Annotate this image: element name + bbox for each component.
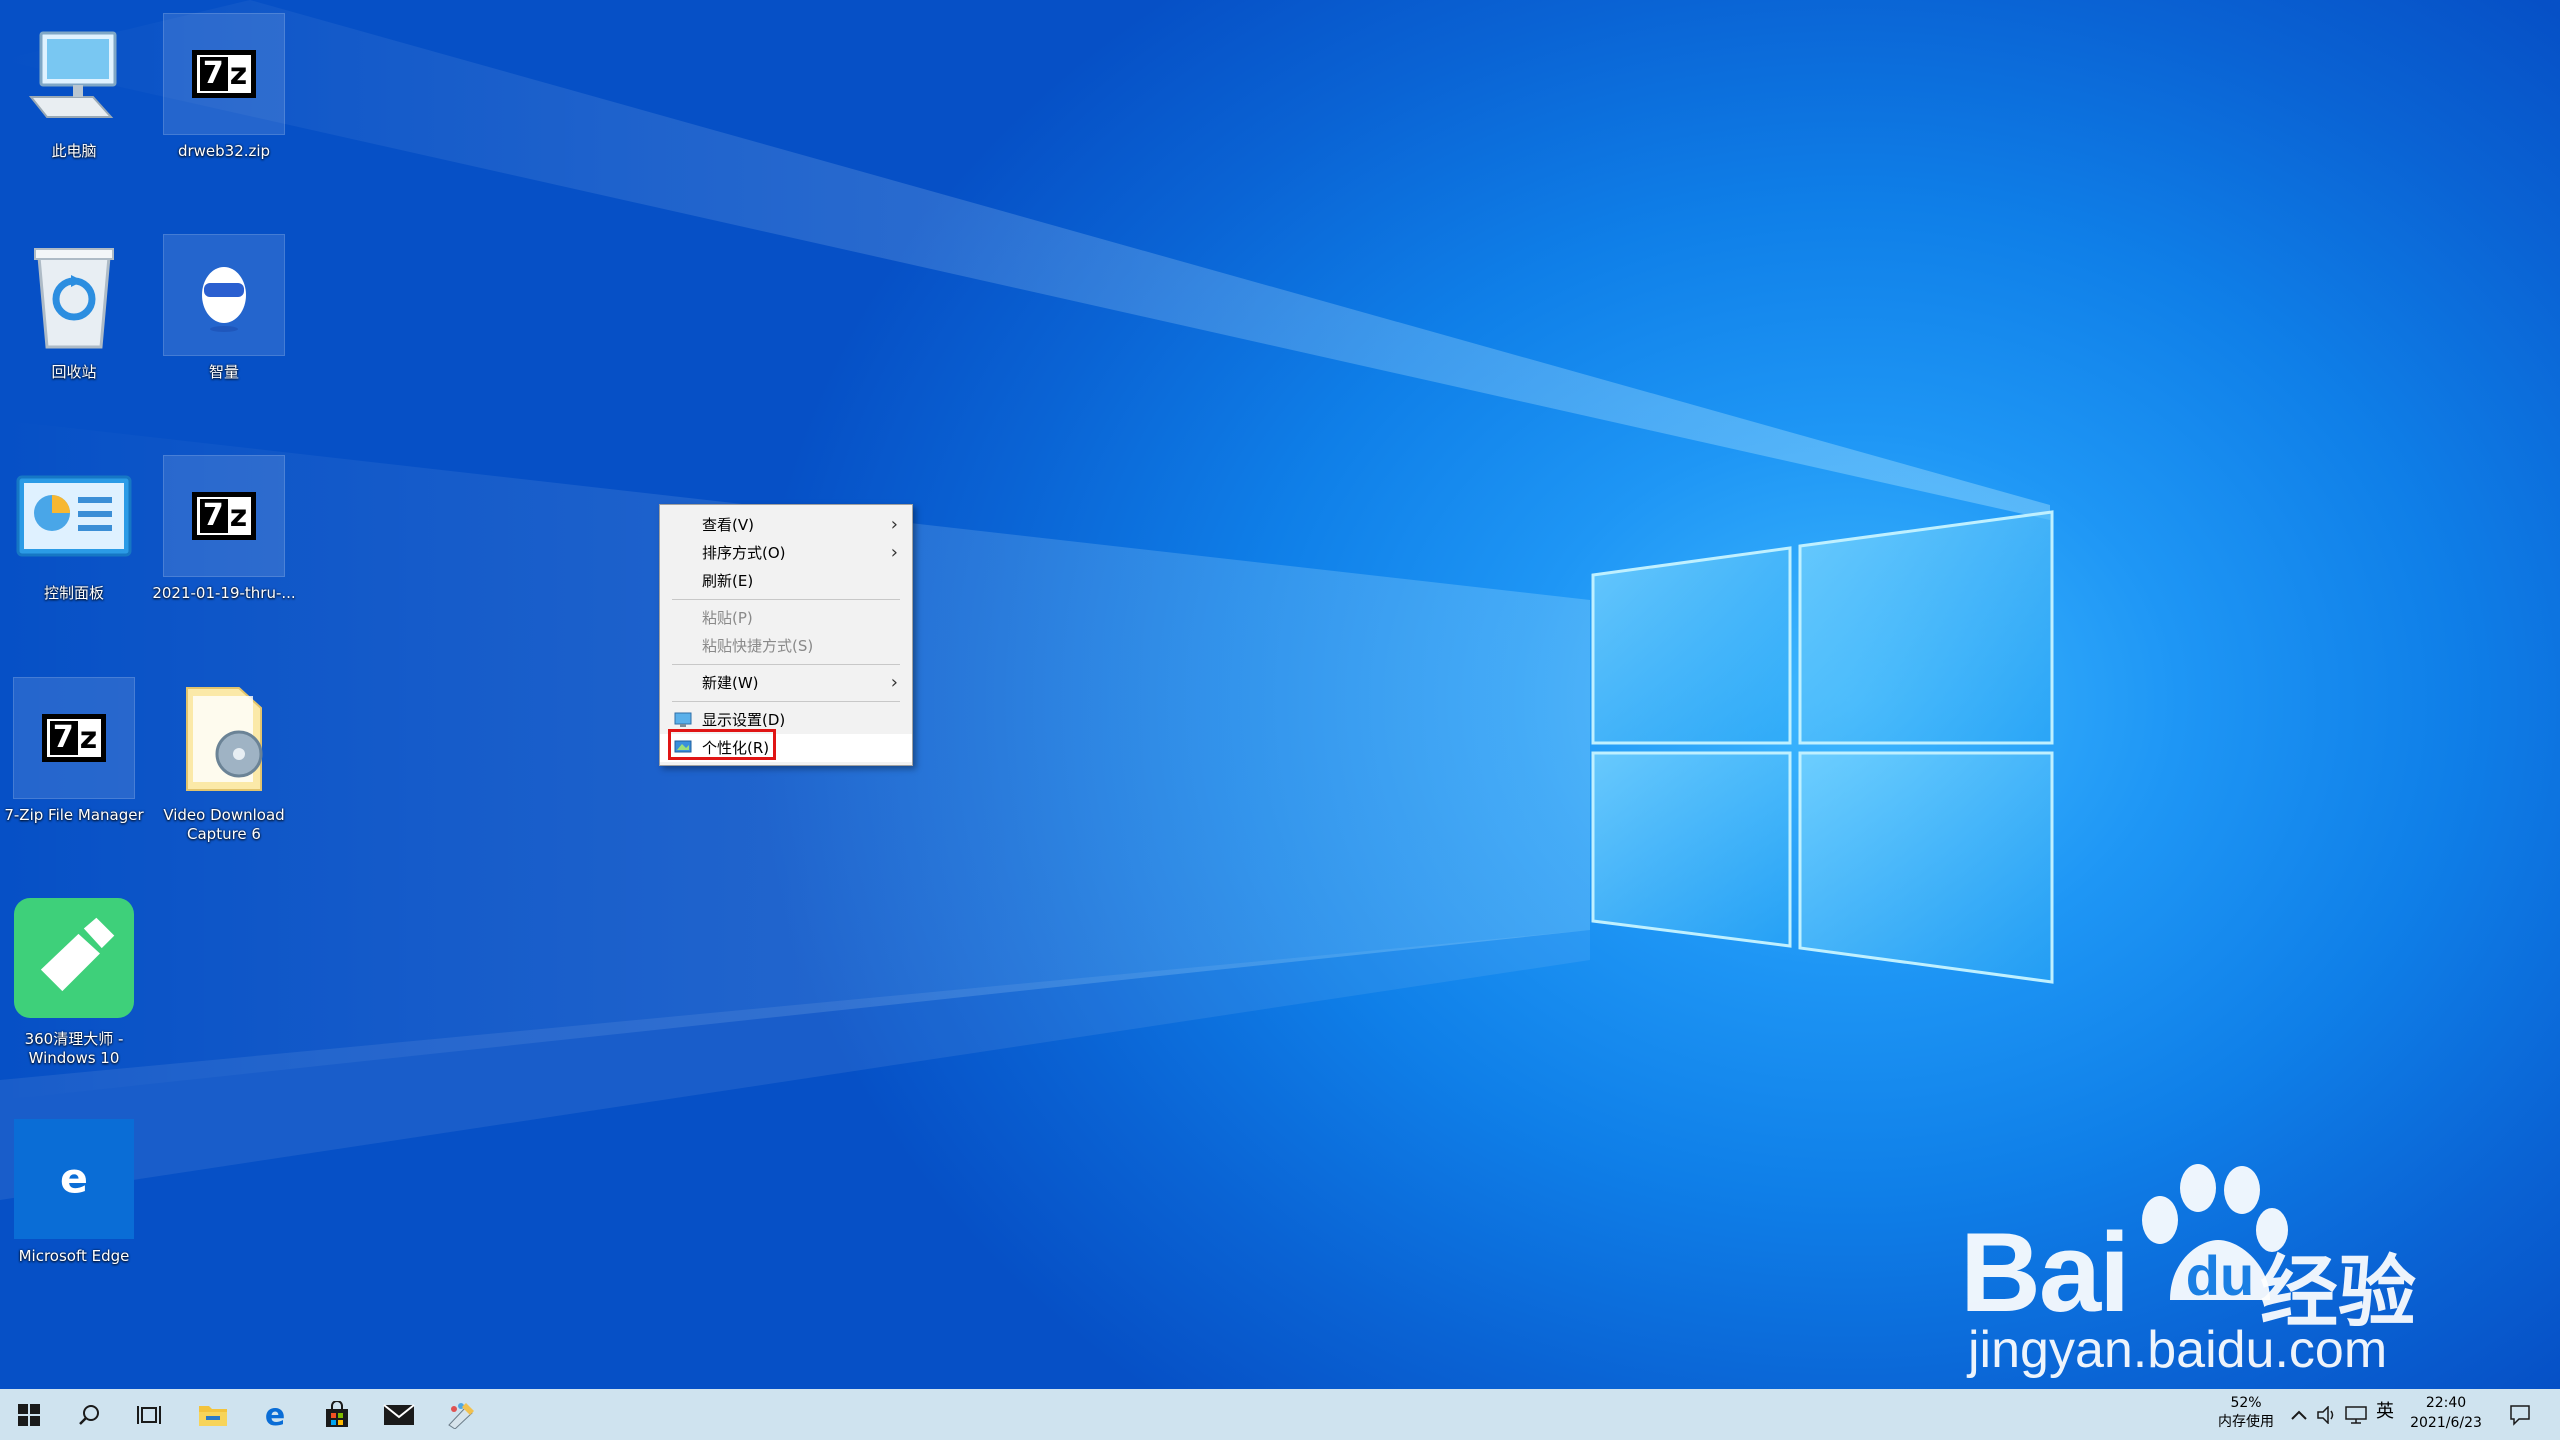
desktop-icon-label: 2021-01-19-thru-... xyxy=(152,584,296,602)
menu-separator xyxy=(672,599,900,600)
menu-separator xyxy=(672,664,900,665)
mail-icon xyxy=(383,1403,415,1425)
desktop-icon-label: Microsoft Edge xyxy=(18,1247,130,1265)
taskbar: e 52% 内存使用 英 22:40 2021/6/23 xyxy=(0,1389,2560,1440)
speaker-icon xyxy=(2317,1405,2334,1424)
7zip-icon: 7z xyxy=(163,13,285,135)
store-icon xyxy=(326,1400,348,1427)
control-panel-icon xyxy=(14,456,134,576)
computer-icon xyxy=(14,14,134,134)
taskbar-mail[interactable] xyxy=(368,1389,430,1440)
menu-item-view[interactable]: 查看(V) › xyxy=(660,511,912,539)
desktop-background[interactable]: 此电脑 回收站 控制面板 7 z 7-Zip File Manager 360清… xyxy=(0,0,2560,1389)
desktop-icon-microsoft-edge[interactable]: e Microsoft Edge xyxy=(4,1111,144,1321)
desktop-icon-label: 回收站 xyxy=(51,363,97,381)
submenu-arrow-icon: › xyxy=(890,672,898,693)
svg-text:e: e xyxy=(265,1401,285,1429)
submenu-arrow-icon: › xyxy=(890,514,898,535)
desktop-icon-label: 7-Zip File Manager xyxy=(4,806,144,824)
watermark-url: jingyan.baidu.com xyxy=(1968,1321,2388,1379)
7zip-icon: 7z xyxy=(13,677,135,799)
clock-date[interactable]: 2021/6/23 xyxy=(2404,1414,2488,1432)
desktop-context-menu: 查看(V) › 排序方式(O) › 刷新(E) 粘贴(P) 粘贴快捷方式(S) … xyxy=(659,504,913,766)
svg-text:du: du xyxy=(2186,1244,2254,1307)
clock-time[interactable]: 22:40 xyxy=(2404,1394,2488,1412)
desktop-icon-video-download-capture[interactable]: Video Download Capture 6 xyxy=(154,670,294,880)
desktop-icon-drweb32-zip[interactable]: 7z drweb32.zip xyxy=(154,6,294,216)
desktop-icon-7zip-file-manager[interactable]: 7z 7-Zip File Manager xyxy=(4,670,144,880)
desktop-icon-2021-01-19[interactable]: 7z 2021-01-19-thru-... xyxy=(152,448,296,658)
paint-icon xyxy=(448,1402,474,1429)
file-explorer-icon xyxy=(199,1405,227,1426)
menu-item-label: 粘贴快捷方式(S) xyxy=(702,637,814,655)
notification-icon xyxy=(2510,1404,2530,1426)
chevron-up-icon xyxy=(2291,1410,2307,1420)
taskbar-paint[interactable] xyxy=(430,1389,492,1440)
360-cleaner-icon xyxy=(14,898,134,1018)
edge-icon: e xyxy=(14,1119,134,1239)
taskbar-store[interactable] xyxy=(306,1389,368,1440)
volume-button[interactable] xyxy=(2314,1389,2340,1440)
network-button[interactable] xyxy=(2342,1389,2370,1440)
desktop-icon-label: 360清理大师 -Windows 10 xyxy=(24,1030,124,1067)
task-view-icon xyxy=(137,1405,161,1424)
desktop-icon-zhiliang[interactable]: 智量 xyxy=(154,227,294,437)
memory-usage-label[interactable]: 内存使用 xyxy=(2206,1413,2286,1431)
desktop-icon-label: 控制面板 xyxy=(43,584,104,602)
windows-start-icon xyxy=(18,1403,40,1426)
display-settings-icon xyxy=(674,712,692,727)
menu-separator xyxy=(672,701,900,702)
taskbar-file-explorer[interactable] xyxy=(182,1389,244,1440)
menu-item-label: 排序方式(O) xyxy=(702,544,786,562)
ime-indicator[interactable]: 英 xyxy=(2370,1403,2400,1421)
task-view-button[interactable] xyxy=(120,1389,178,1440)
desktop-icon-label: drweb32.zip xyxy=(177,142,271,160)
edge-icon: e xyxy=(265,1401,285,1429)
desktop-icon-360-cleaner[interactable]: 360清理大师 -Windows 10 xyxy=(4,890,144,1100)
action-center-button[interactable] xyxy=(2500,1389,2540,1440)
menu-item-label: 新建(W) xyxy=(702,674,759,692)
watermark-brand: Bai xyxy=(1960,1210,2130,1335)
zhiliang-icon xyxy=(163,234,285,356)
menu-item-label: 粘贴(P) xyxy=(702,609,753,627)
baidu-jingyan-watermark: du Bai 经验 jingyan.baidu.com xyxy=(1960,1160,2430,1389)
desktop-icon-this-pc[interactable]: 此电脑 xyxy=(4,6,144,216)
recycle-bin-icon xyxy=(14,235,134,355)
menu-item-sort-by[interactable]: 排序方式(O) › xyxy=(660,539,912,567)
menu-item-label: 刷新(E) xyxy=(702,572,754,590)
start-button[interactable] xyxy=(0,1389,58,1440)
folder-icon xyxy=(164,678,284,798)
network-icon xyxy=(2345,1405,2367,1424)
menu-item-label: 查看(V) xyxy=(702,516,754,534)
search-button[interactable] xyxy=(60,1389,118,1440)
search-icon xyxy=(79,1404,99,1425)
menu-item-new[interactable]: 新建(W) › xyxy=(660,669,912,697)
7zip-icon: 7z xyxy=(163,455,285,577)
menu-item-paste: 粘贴(P) xyxy=(660,604,912,632)
show-hidden-icons-button[interactable] xyxy=(2286,1389,2312,1440)
desktop-icon-label: Video Download Capture 6 xyxy=(163,806,285,843)
svg-text:e: e xyxy=(60,1154,88,1202)
taskbar-edge[interactable]: e xyxy=(244,1389,306,1440)
desktop-icon-label: 智量 xyxy=(208,363,239,381)
desktop-icon-label: 此电脑 xyxy=(51,142,97,160)
menu-item-paste-shortcut: 粘贴快捷方式(S) xyxy=(660,632,912,660)
desktop-icon-recycle-bin[interactable]: 回收站 xyxy=(4,227,144,437)
memory-usage-percent[interactable]: 52% xyxy=(2216,1394,2276,1412)
desktop-icon-control-panel[interactable]: 控制面板 xyxy=(4,448,144,658)
submenu-arrow-icon: › xyxy=(890,542,898,563)
menu-item-refresh[interactable]: 刷新(E) xyxy=(660,567,912,595)
highlight-annotation-box xyxy=(668,729,776,760)
